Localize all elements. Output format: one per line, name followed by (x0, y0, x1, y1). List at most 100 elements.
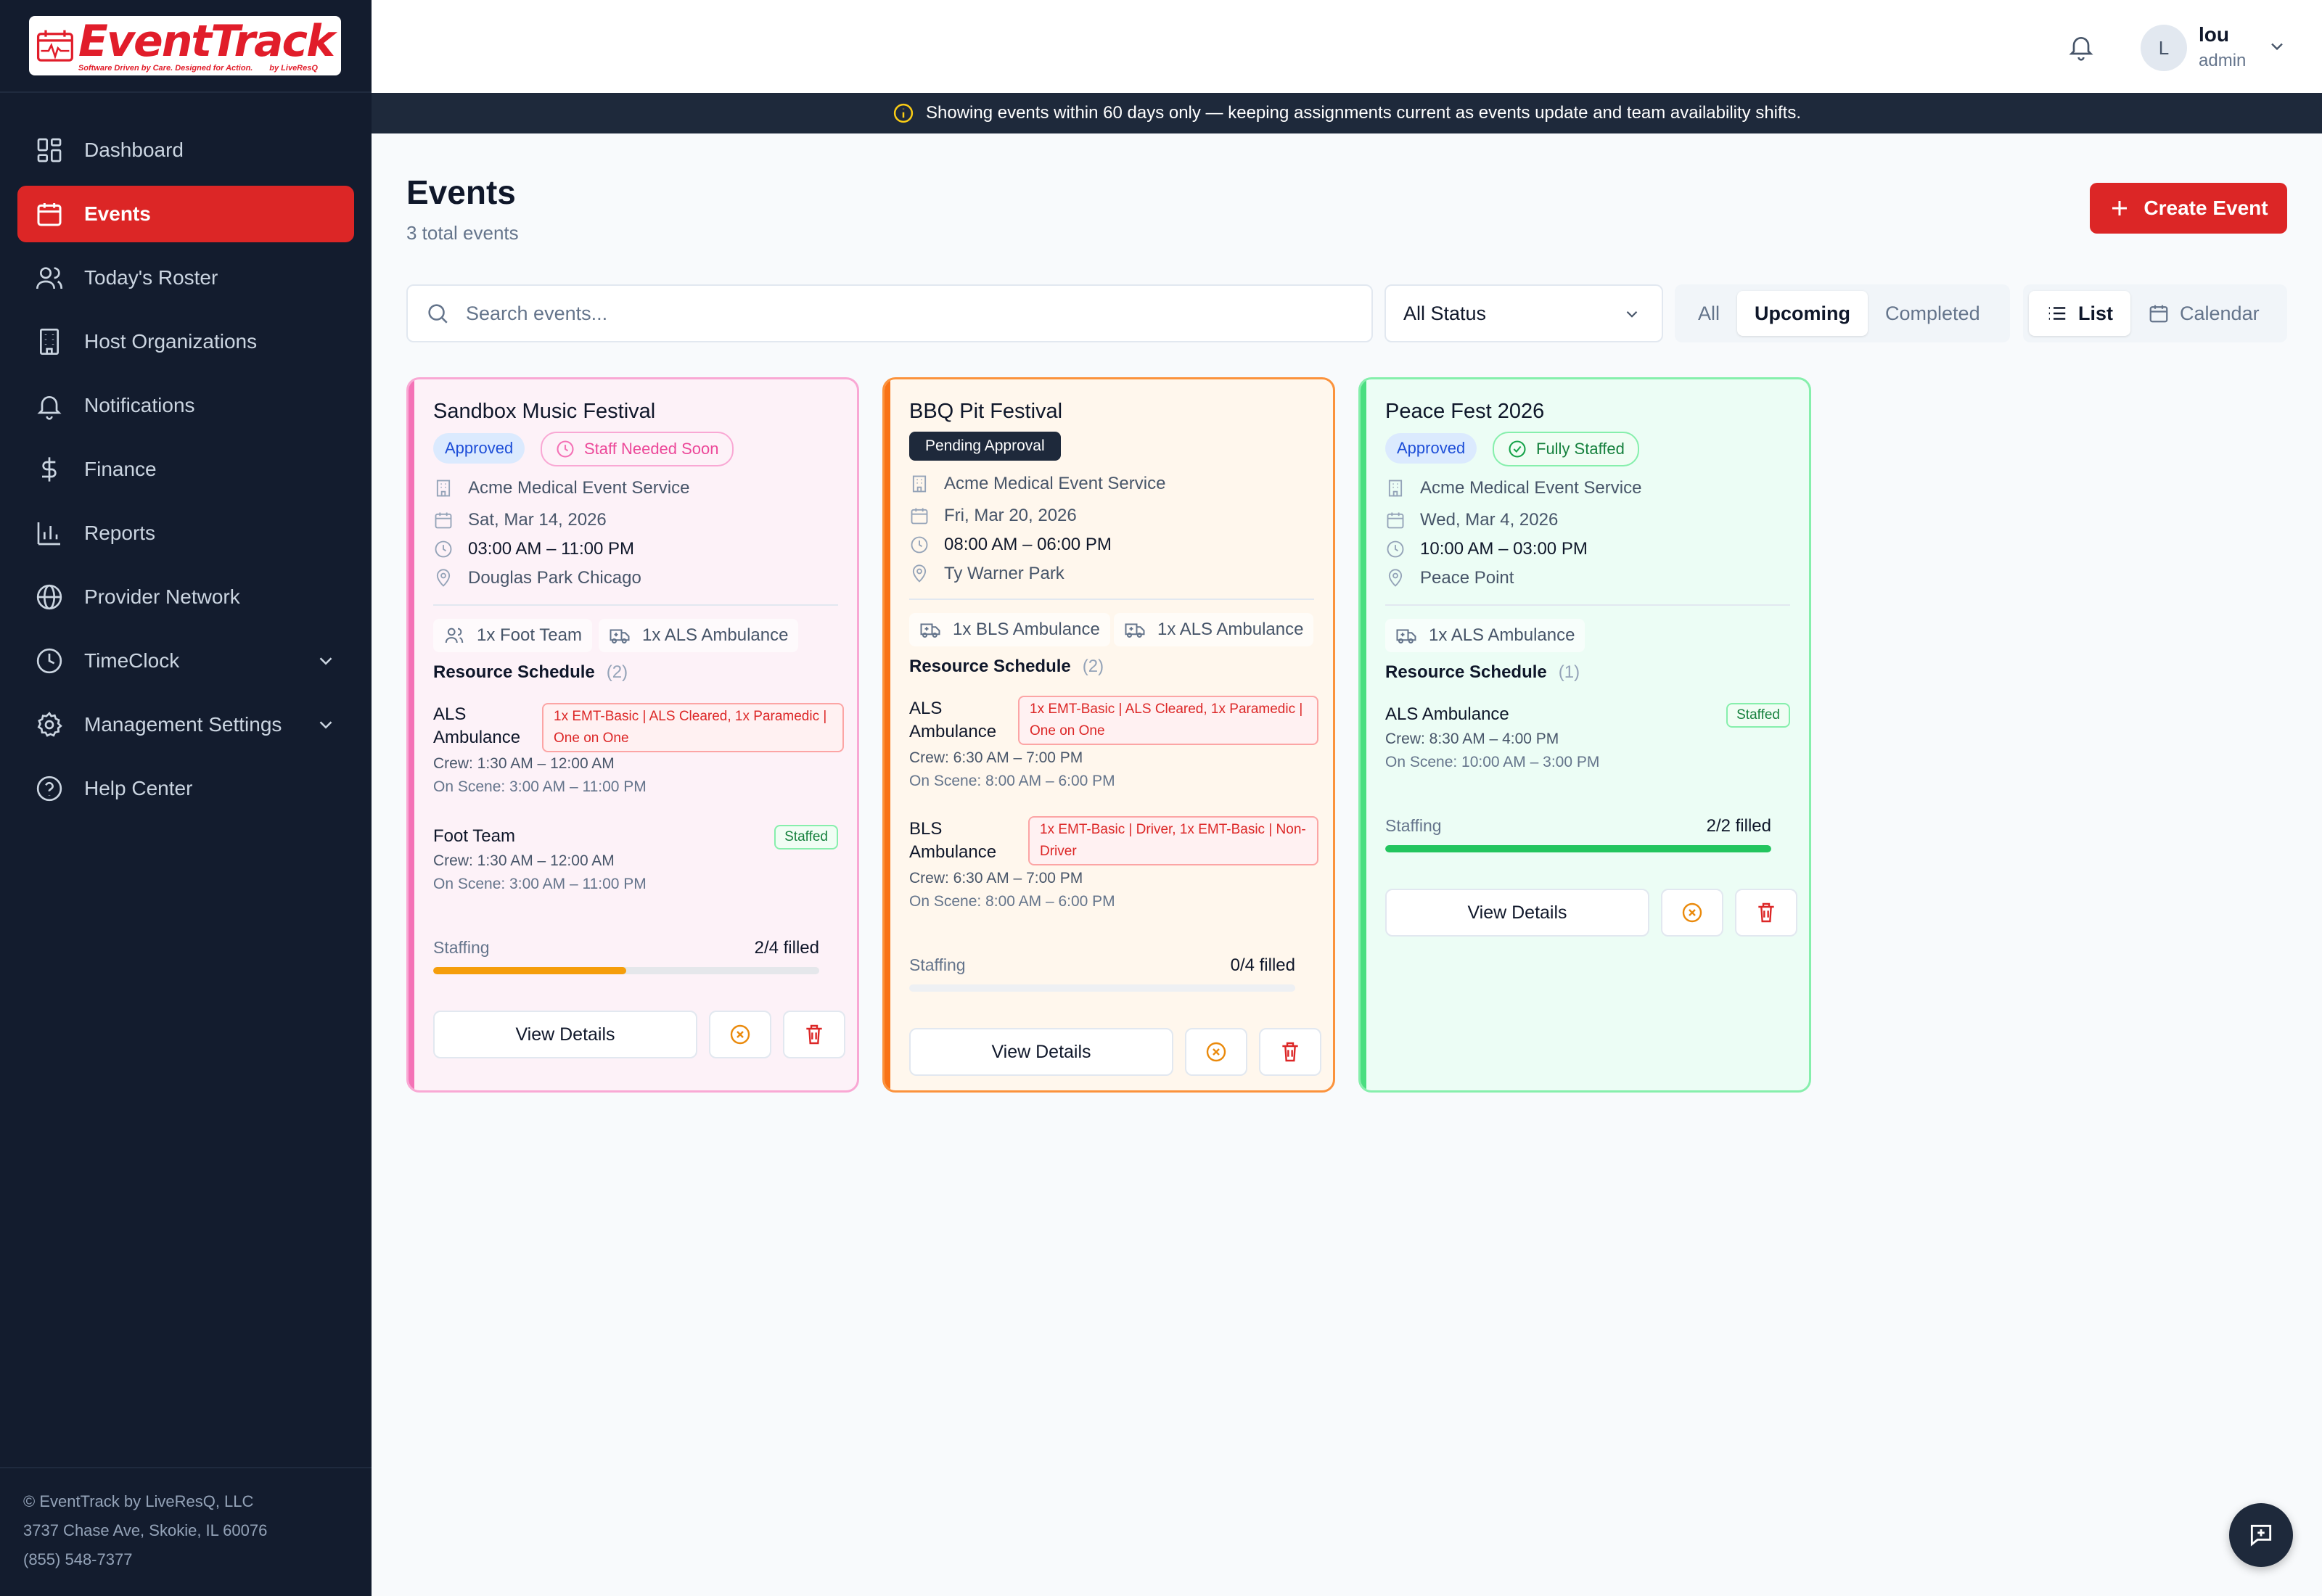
status-select-value: All Status (1403, 302, 1487, 324)
delete-event-button[interactable] (783, 1011, 845, 1058)
brand-logo[interactable]: EventTrack Software Driven by Care. Desi… (29, 16, 341, 75)
globe-icon (36, 584, 62, 610)
resource-chip-label: 1x ALS Ambulance (1157, 620, 1304, 639)
sidebar-item-management-settings[interactable]: Management Settings (17, 696, 354, 753)
cancel-event-button[interactable] (1661, 889, 1723, 937)
sidebar-item-notifications[interactable]: Notifications (17, 377, 354, 434)
tab-upcoming[interactable]: Upcoming (1737, 291, 1868, 336)
event-time: 08:00 AM – 06:00 PM (909, 535, 1112, 555)
clock-icon (557, 440, 574, 458)
resource-chip: 1x ALS Ambulance (599, 619, 799, 652)
create-event-label: Create Event (2143, 197, 2268, 219)
event-host: Acme Medical Event Service (1385, 478, 1641, 498)
view-toggle: List Calendar (2023, 284, 2287, 342)
event-card[interactable]: Sandbox Music Festival Approved Staff Ne… (406, 377, 859, 1093)
view-details-button[interactable]: View Details (433, 1011, 697, 1058)
sidebar-item-label: Host Organizations (84, 330, 258, 353)
sidebar-item-label: Today's Roster (84, 266, 218, 289)
sidebar-item-timeclock[interactable]: TimeClock (17, 633, 354, 689)
banner-text: Showing events within 60 days only — kee… (926, 103, 1801, 123)
clock-icon (911, 536, 928, 554)
sidebar-item-todays-roster[interactable]: Today's Roster (17, 250, 354, 306)
chat-support-button[interactable] (2229, 1503, 2293, 1567)
trash-icon (1282, 1042, 1298, 1062)
sidebar-item-finance[interactable]: Finance (17, 441, 354, 498)
create-event-button[interactable]: Create Event (2090, 183, 2287, 234)
range-filter-tabs: All Upcoming Completed (1675, 284, 2010, 342)
list-icon (2048, 307, 2066, 320)
avatar[interactable]: L (2141, 25, 2187, 71)
divider (1385, 604, 1790, 606)
delete-event-button[interactable] (1259, 1028, 1321, 1076)
footer-phone: (855) 548-7377 (23, 1550, 133, 1568)
sidebar-item-dashboard[interactable]: Dashboard (17, 122, 354, 178)
search-box[interactable] (406, 284, 1373, 342)
check-circle-icon (1509, 440, 1526, 458)
map-pin-icon (436, 569, 451, 587)
trash-icon (806, 1024, 822, 1045)
sidebar-footer: © EventTrack by LiveResQ, LLC 3737 Chase… (0, 1467, 372, 1596)
chevron-down-icon[interactable] (2267, 36, 2287, 57)
sidebar-item-label: Help Center (84, 777, 193, 799)
staffed-badge: Staffed (774, 825, 838, 850)
sidebar-item-events[interactable]: Events (17, 186, 354, 242)
host-name: Acme Medical Event Service (468, 478, 690, 498)
resource-schedule-count: (1) (1558, 662, 1580, 682)
cancel-event-button[interactable] (1185, 1028, 1247, 1076)
card-stripe (885, 379, 890, 1090)
event-title[interactable]: Peace Fest 2026 (1385, 400, 1544, 424)
status-select[interactable]: All Status (1384, 284, 1663, 342)
view-list-button[interactable]: List (2029, 291, 2131, 336)
event-date: Fri, Mar 20, 2026 (909, 506, 1077, 526)
sidebar-item-host-organizations[interactable]: Host Organizations (17, 313, 354, 370)
logo-calendar-icon (36, 30, 73, 62)
brand-tagline: Software Driven by Care. Designed for Ac… (78, 63, 253, 73)
staffing-value: 0/4 filled (1230, 955, 1295, 975)
crew-time: Crew: 8:30 AM – 4:00 PM (1385, 731, 1559, 747)
user-name[interactable]: lou (2199, 23, 2235, 46)
calendar-icon (435, 512, 452, 529)
delete-event-button[interactable] (1735, 889, 1797, 937)
search-input[interactable] (466, 302, 1337, 325)
time-text: 10:00 AM – 03:00 PM (1420, 539, 1588, 559)
crew-time: Crew: 1:30 AM – 12:00 AM (433, 755, 615, 772)
footer-company: © EventTrack by LiveResQ, LLC (23, 1492, 254, 1510)
sidebar-item-reports[interactable]: Reports (17, 505, 354, 562)
event-title[interactable]: BBQ Pit Festival (909, 400, 1062, 424)
location-text: Peace Point (1420, 568, 1514, 588)
status-badge: Approved (433, 433, 525, 464)
host-name: Acme Medical Event Service (1420, 478, 1642, 498)
staffing-value: 2/2 filled (1706, 816, 1771, 836)
notifications-bell-icon[interactable] (2067, 32, 2096, 61)
sidebar-item-provider-network[interactable]: Provider Network (17, 569, 354, 625)
gear-icon (37, 712, 62, 737)
staffing-needs-tag: 1x EMT-Basic | ALS Cleared, 1x Paramedic… (542, 703, 844, 752)
building-icon (1388, 480, 1403, 497)
view-details-button[interactable]: View Details (909, 1028, 1173, 1076)
event-title[interactable]: Sandbox Music Festival (433, 400, 655, 424)
chevron-down-icon[interactable] (315, 714, 337, 736)
card-stripe (1361, 379, 1366, 1090)
event-card[interactable]: Peace Fest 2026 Approved Fully Staffed A… (1358, 377, 1811, 1093)
chevron-down-icon (1626, 310, 1638, 318)
event-date: Sat, Mar 14, 2026 (433, 510, 607, 530)
sidebar-item-help-center[interactable]: Help Center (17, 760, 354, 817)
view-list-label: List (2078, 302, 2114, 324)
ambulance-icon (1396, 629, 1416, 643)
tab-completed[interactable]: Completed (1868, 291, 1998, 336)
event-time: 03:00 AM – 11:00 PM (433, 539, 634, 559)
view-calendar-button[interactable]: Calendar (2130, 291, 2277, 336)
resource-schedule-label: Resource Schedule (433, 662, 595, 682)
dashboard-icon (37, 138, 62, 163)
view-details-button[interactable]: View Details (1385, 889, 1649, 937)
staffing-needs-tag: 1x EMT-Basic | ALS Cleared, 1x Paramedic… (1018, 696, 1318, 745)
sidebar-item-label: Management Settings (84, 713, 282, 736)
event-card[interactable]: BBQ Pit Festival Pending Approval Acme M… (882, 377, 1335, 1093)
resource-chip-label: 1x Foot Team (477, 625, 582, 645)
on-scene-time: On Scene: 3:00 AM – 11:00 PM (433, 876, 647, 892)
chevron-down-icon[interactable] (315, 650, 337, 672)
date-text: Fri, Mar 20, 2026 (944, 506, 1077, 525)
tab-all[interactable]: All (1681, 291, 1737, 336)
cancel-event-button[interactable] (709, 1011, 771, 1058)
event-location: Peace Point (1385, 568, 1514, 588)
